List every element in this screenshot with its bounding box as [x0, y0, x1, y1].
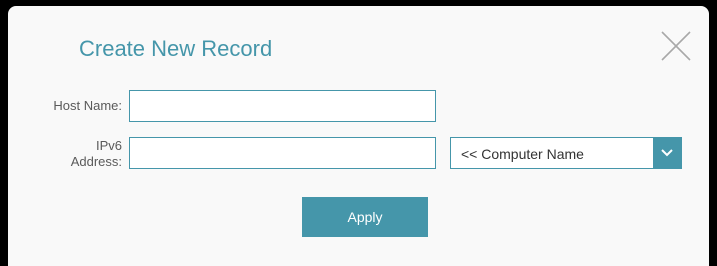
chevron-down-icon [661, 149, 673, 157]
host-name-input[interactable] [129, 90, 436, 122]
dialog-title: Create New Record [79, 36, 273, 61]
host-name-label: Host Name: [53, 98, 122, 113]
create-record-dialog: Create New Record Host Name: IPv6 Addres… [8, 6, 709, 266]
select-arrow-button[interactable] [653, 138, 681, 168]
close-icon [661, 31, 691, 61]
ipv6-address-input[interactable] [129, 137, 436, 169]
computer-name-select[interactable]: << Computer Name [450, 137, 682, 169]
ipv6-address-label: IPv6 Address: [12, 138, 122, 170]
computer-name-selected: << Computer Name [461, 146, 584, 162]
ipv6-label-line1: IPv6 [95, 138, 122, 153]
apply-button[interactable]: Apply [302, 197, 428, 237]
ipv6-label-line2: Address: [70, 154, 122, 169]
close-button[interactable] [658, 28, 694, 64]
